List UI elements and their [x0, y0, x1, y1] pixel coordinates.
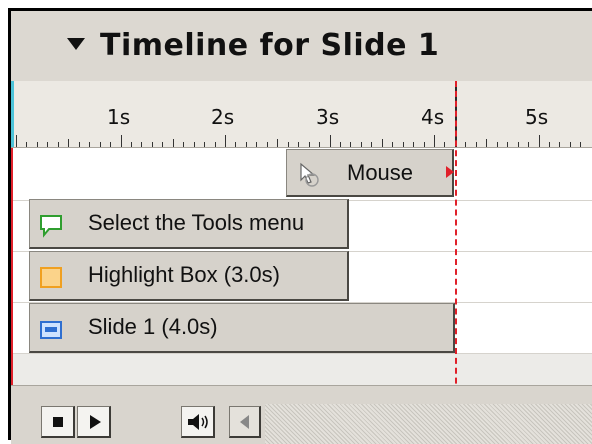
speaker-icon [188, 414, 208, 430]
audio-button[interactable] [181, 406, 215, 438]
ruler-tick [68, 139, 70, 147]
ruler-tick [507, 142, 509, 147]
ruler-tick [277, 139, 279, 147]
slide-icon [40, 321, 62, 339]
timeline-start-line [11, 148, 13, 390]
ruler-tick [47, 142, 49, 147]
ruler-tick [444, 142, 446, 147]
ruler-tick [308, 142, 310, 147]
ruler-tick [339, 142, 341, 147]
ruler-tick [423, 142, 425, 147]
ruler-label-3s: 3s [316, 105, 340, 129]
ruler-tick [465, 142, 467, 147]
time-ruler[interactable]: 1s 2s 3s 4s 5s [11, 81, 592, 148]
ruler-ticks [11, 133, 592, 147]
ruler-tick [528, 142, 530, 147]
ruler-tick [151, 142, 153, 147]
ruler-tick [245, 142, 247, 147]
ruler-tick [392, 142, 394, 147]
ruler-tick [130, 142, 132, 147]
ruler-tick [402, 142, 404, 147]
mouse-track-item[interactable]: Mouse [286, 149, 454, 197]
ruler-tick [36, 142, 38, 147]
scroll-left-icon [240, 415, 249, 429]
ruler-tick [225, 135, 226, 147]
ruler-tick [214, 142, 216, 147]
ruler-tick [120, 135, 122, 147]
ruler-tick [266, 142, 268, 147]
horizontal-scrollbar-track[interactable] [265, 404, 592, 444]
ruler-tick [475, 142, 477, 147]
ruler-tick [319, 142, 321, 147]
ruler-tick [329, 135, 331, 147]
stop-icon [53, 417, 63, 427]
ruler-tick [381, 139, 383, 147]
play-icon [90, 415, 101, 429]
ruler-tick [183, 142, 185, 147]
ruler-tick [559, 142, 561, 147]
ruler-tick [496, 142, 498, 147]
ruler-tick [204, 142, 206, 147]
play-button[interactable] [77, 406, 111, 438]
ruler-tick [141, 142, 143, 147]
slide-track-item[interactable]: Slide 1 (4.0s) [29, 303, 455, 353]
caption-icon [40, 215, 62, 238]
mouse-cursor-icon [300, 162, 319, 187]
ruler-tick [193, 142, 195, 147]
slide-track-label: Slide 1 (4.0s) [88, 314, 218, 339]
empty-track [11, 354, 592, 385]
ruler-label-2s: 2s [211, 105, 235, 129]
ruler-tick [580, 142, 582, 147]
ruler-tick [298, 142, 300, 147]
ruler-tick [434, 135, 435, 147]
ruler-tick [89, 142, 91, 147]
ruler-tick [26, 142, 28, 147]
ruler-tick [99, 142, 101, 147]
ruler-tick [287, 142, 289, 147]
timeline-panel: Timeline for Slide 1 1s 2s 3s 4s 5s Mous… [8, 8, 592, 444]
highlight-track-label: Highlight Box (3.0s) [88, 262, 280, 287]
ruler-tick [538, 135, 540, 147]
ruler-tick [256, 142, 258, 147]
ruler-tick [16, 135, 17, 147]
mouse-track-label: Mouse [347, 160, 414, 185]
caption-track-item[interactable]: Select the Tools menu [29, 199, 349, 249]
ruler-tick [517, 142, 519, 147]
ruler-tick [486, 139, 488, 147]
stop-button[interactable] [41, 406, 75, 438]
ruler-tick [360, 142, 362, 147]
mouse-end-marker [446, 166, 454, 178]
ruler-tick [57, 142, 59, 147]
ruler-tick [569, 142, 571, 147]
ruler-label-1s: 1s [107, 105, 131, 129]
scroll-left-button[interactable] [229, 406, 261, 438]
ruler-tick [172, 139, 174, 147]
panel-title: Timeline for Slide 1 [100, 28, 440, 63]
ruler-tick [235, 142, 237, 147]
ruler-tick [371, 142, 373, 147]
playback-controls [11, 385, 592, 444]
ruler-label-5s: 5s [525, 105, 549, 129]
ruler-tick [162, 142, 164, 147]
triangle-down-icon[interactable] [67, 38, 85, 50]
highlight-track-item[interactable]: Highlight Box (3.0s) [29, 251, 349, 301]
ruler-tick [548, 142, 550, 147]
ruler-tick [350, 142, 352, 147]
ruler-tick [413, 142, 415, 147]
timeline-header: Timeline for Slide 1 [11, 11, 592, 82]
ruler-label-4s: 4s [421, 105, 445, 129]
caption-track-label: Select the Tools menu [88, 210, 305, 235]
ruler-tick [110, 142, 112, 147]
highlight-box-icon [40, 267, 62, 288]
ruler-tick [78, 142, 80, 147]
